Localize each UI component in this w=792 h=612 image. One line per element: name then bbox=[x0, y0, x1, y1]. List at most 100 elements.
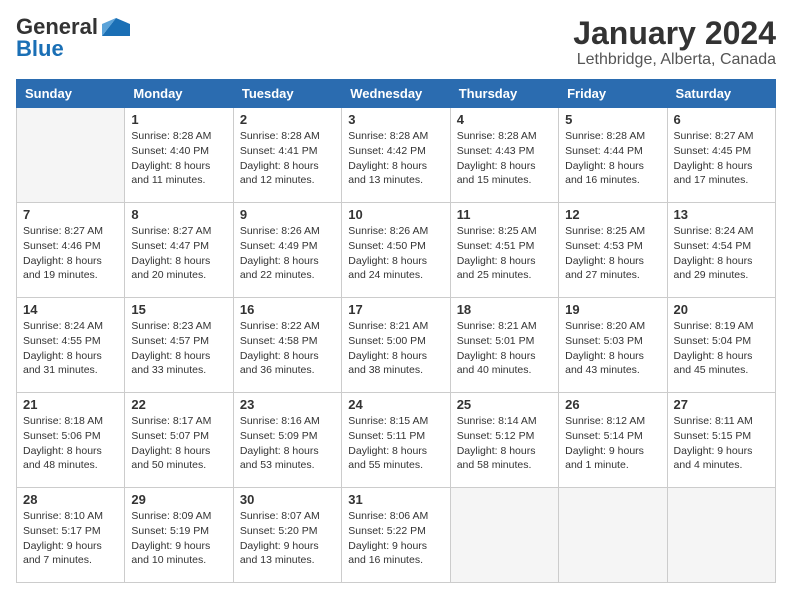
calendar-cell: 30Sunrise: 8:07 AMSunset: 5:20 PMDayligh… bbox=[233, 488, 341, 583]
day-number: 27 bbox=[674, 397, 769, 412]
day-info: Sunrise: 8:21 AMSunset: 5:01 PMDaylight:… bbox=[457, 319, 552, 378]
day-number: 1 bbox=[131, 112, 226, 127]
calendar-cell: 28 Sunrise: 8:10 AMSunset: 5:17 PMDayligh… bbox=[17, 488, 125, 583]
day-number: 30 bbox=[240, 492, 335, 507]
day-number: 16 bbox=[240, 302, 335, 317]
calendar-cell: 27 Sunrise: 8:11 AMSunset: 5:15 PMDayligh… bbox=[667, 393, 775, 488]
day-info: Sunrise: 8:27 AMSunset: 4:47 PMDaylight:… bbox=[131, 224, 226, 283]
title-block: January 2024 Lethbridge, Alberta, Canada bbox=[573, 16, 776, 69]
day-info: Sunrise: 8:25 AMSunset: 4:53 PMDaylight:… bbox=[565, 224, 660, 283]
day-info: Sunrise: 8:26 AMSunset: 4:49 PMDaylight:… bbox=[240, 224, 335, 283]
calendar-cell: 18 Sunrise: 8:21 AMSunset: 5:01 PMDayligh… bbox=[450, 298, 558, 393]
calendar-cell: 3 Sunrise: 8:28 AMSunset: 4:42 PMDaylight… bbox=[342, 108, 450, 203]
calendar-cell: 29Sunrise: 8:09 AMSunset: 5:19 PMDayligh… bbox=[125, 488, 233, 583]
day-info: Sunrise: 8:28 AMSunset: 4:41 PMDaylight:… bbox=[240, 129, 335, 188]
calendar-cell: 21Sunrise: 8:18 AMSunset: 5:06 PMDayligh… bbox=[17, 393, 125, 488]
logo-general-text: General bbox=[16, 16, 98, 38]
day-number: 12 bbox=[565, 207, 660, 222]
logo-icon bbox=[102, 18, 130, 36]
weekday-header-tuesday: Tuesday bbox=[233, 80, 341, 108]
calendar-cell: 31 Sunrise: 8:06 AMSunset: 5:22 PMDayligh… bbox=[342, 488, 450, 583]
calendar-table: SundayMondayTuesdayWednesdayThursdayFrid… bbox=[16, 79, 776, 583]
calendar-cell: 19 Sunrise: 8:20 AMSunset: 5:03 PMDayligh… bbox=[559, 298, 667, 393]
day-number: 8 bbox=[131, 207, 226, 222]
calendar-cell: 15 Sunrise: 8:23 AMSunset: 4:57 PMDayligh… bbox=[125, 298, 233, 393]
day-info: Sunrise: 8:22 AMSunset: 4:58 PMDaylight:… bbox=[240, 319, 335, 378]
day-info: Sunrise: 8:25 AMSunset: 4:51 PMDaylight:… bbox=[457, 224, 552, 283]
calendar-cell: 1 Sunrise: 8:28 AMSunset: 4:40 PMDaylight… bbox=[125, 108, 233, 203]
calendar-cell: 6Sunrise: 8:27 AMSunset: 4:45 PMDaylight… bbox=[667, 108, 775, 203]
day-number: 17 bbox=[348, 302, 443, 317]
calendar-cell: 22Sunrise: 8:17 AMSunset: 5:07 PMDayligh… bbox=[125, 393, 233, 488]
week-row-2: 7 Sunrise: 8:27 AMSunset: 4:46 PMDaylight… bbox=[17, 203, 776, 298]
day-number: 19 bbox=[565, 302, 660, 317]
calendar-cell: 5Sunrise: 8:28 AMSunset: 4:44 PMDaylight… bbox=[559, 108, 667, 203]
day-info: Sunrise: 8:24 AMSunset: 4:55 PMDaylight:… bbox=[23, 319, 118, 378]
day-info: Sunrise: 8:20 AMSunset: 5:03 PMDaylight:… bbox=[565, 319, 660, 378]
calendar-cell: 2Sunrise: 8:28 AMSunset: 4:41 PMDaylight… bbox=[233, 108, 341, 203]
day-number: 7 bbox=[23, 207, 118, 222]
weekday-header-friday: Friday bbox=[559, 80, 667, 108]
day-number: 4 bbox=[457, 112, 552, 127]
day-number: 25 bbox=[457, 397, 552, 412]
weekday-header-monday: Monday bbox=[125, 80, 233, 108]
calendar-cell: 17Sunrise: 8:21 AMSunset: 5:00 PMDayligh… bbox=[342, 298, 450, 393]
day-number: 3 bbox=[348, 112, 443, 127]
page-header: General Blue January 2024 Lethbridge, Al… bbox=[16, 16, 776, 69]
logo: General Blue bbox=[16, 16, 130, 60]
day-info: Sunrise: 8:23 AMSunset: 4:57 PMDaylight:… bbox=[131, 319, 226, 378]
week-row-3: 14Sunrise: 8:24 AMSunset: 4:55 PMDayligh… bbox=[17, 298, 776, 393]
day-number: 21 bbox=[23, 397, 118, 412]
day-number: 9 bbox=[240, 207, 335, 222]
day-number: 26 bbox=[565, 397, 660, 412]
calendar-cell: 24 Sunrise: 8:15 AMSunset: 5:11 PMDayligh… bbox=[342, 393, 450, 488]
week-row-5: 28 Sunrise: 8:10 AMSunset: 5:17 PMDayligh… bbox=[17, 488, 776, 583]
day-number: 20 bbox=[674, 302, 769, 317]
day-number: 22 bbox=[131, 397, 226, 412]
day-info: Sunrise: 8:28 AMSunset: 4:40 PMDaylight:… bbox=[131, 129, 226, 188]
calendar-cell: 26 Sunrise: 8:12 AMSunset: 5:14 PMDayligh… bbox=[559, 393, 667, 488]
calendar-cell: 16 Sunrise: 8:22 AMSunset: 4:58 PMDayligh… bbox=[233, 298, 341, 393]
calendar-cell bbox=[450, 488, 558, 583]
day-info: Sunrise: 8:12 AMSunset: 5:14 PMDaylight:… bbox=[565, 414, 660, 473]
calendar-cell: 11 Sunrise: 8:25 AMSunset: 4:51 PMDayligh… bbox=[450, 203, 558, 298]
logo-blue-text: Blue bbox=[16, 38, 64, 60]
calendar-cell: 14Sunrise: 8:24 AMSunset: 4:55 PMDayligh… bbox=[17, 298, 125, 393]
day-number: 6 bbox=[674, 112, 769, 127]
day-info: Sunrise: 8:28 AMSunset: 4:42 PMDaylight:… bbox=[348, 129, 443, 188]
day-info: Sunrise: 8:26 AMSunset: 4:50 PMDaylight:… bbox=[348, 224, 443, 283]
day-info: Sunrise: 8:28 AMSunset: 4:44 PMDaylight:… bbox=[565, 129, 660, 188]
calendar-cell: 8 Sunrise: 8:27 AMSunset: 4:47 PMDaylight… bbox=[125, 203, 233, 298]
day-number: 11 bbox=[457, 207, 552, 222]
calendar-cell: 4Sunrise: 8:28 AMSunset: 4:43 PMDaylight… bbox=[450, 108, 558, 203]
calendar-cell: 23Sunrise: 8:16 AMSunset: 5:09 PMDayligh… bbox=[233, 393, 341, 488]
day-info: Sunrise: 8:09 AMSunset: 5:19 PMDaylight:… bbox=[131, 509, 226, 568]
day-number: 23 bbox=[240, 397, 335, 412]
day-number: 28 bbox=[23, 492, 118, 507]
weekday-header-row: SundayMondayTuesdayWednesdayThursdayFrid… bbox=[17, 80, 776, 108]
calendar-cell: 12 Sunrise: 8:25 AMSunset: 4:53 PMDayligh… bbox=[559, 203, 667, 298]
day-number: 13 bbox=[674, 207, 769, 222]
calendar-cell bbox=[559, 488, 667, 583]
weekday-header-saturday: Saturday bbox=[667, 80, 775, 108]
calendar-cell: 20 Sunrise: 8:19 AMSunset: 5:04 PMDayligh… bbox=[667, 298, 775, 393]
day-number: 10 bbox=[348, 207, 443, 222]
day-number: 24 bbox=[348, 397, 443, 412]
day-info: Sunrise: 8:15 AMSunset: 5:11 PMDaylight:… bbox=[348, 414, 443, 473]
weekday-header-wednesday: Wednesday bbox=[342, 80, 450, 108]
day-number: 15 bbox=[131, 302, 226, 317]
calendar-cell bbox=[17, 108, 125, 203]
day-info: Sunrise: 8:10 AMSunset: 5:17 PMDaylight:… bbox=[23, 509, 118, 568]
calendar-cell: 7 Sunrise: 8:27 AMSunset: 4:46 PMDaylight… bbox=[17, 203, 125, 298]
day-info: Sunrise: 8:06 AMSunset: 5:22 PMDaylight:… bbox=[348, 509, 443, 568]
weekday-header-sunday: Sunday bbox=[17, 80, 125, 108]
day-info: Sunrise: 8:24 AMSunset: 4:54 PMDaylight:… bbox=[674, 224, 769, 283]
calendar-cell: 10 Sunrise: 8:26 AMSunset: 4:50 PMDayligh… bbox=[342, 203, 450, 298]
day-number: 18 bbox=[457, 302, 552, 317]
day-info: Sunrise: 8:11 AMSunset: 5:15 PMDaylight:… bbox=[674, 414, 769, 473]
day-info: Sunrise: 8:19 AMSunset: 5:04 PMDaylight:… bbox=[674, 319, 769, 378]
week-row-1: 1 Sunrise: 8:28 AMSunset: 4:40 PMDaylight… bbox=[17, 108, 776, 203]
day-info: Sunrise: 8:27 AMSunset: 4:46 PMDaylight:… bbox=[23, 224, 118, 283]
calendar-cell: 25Sunrise: 8:14 AMSunset: 5:12 PMDayligh… bbox=[450, 393, 558, 488]
day-number: 31 bbox=[348, 492, 443, 507]
